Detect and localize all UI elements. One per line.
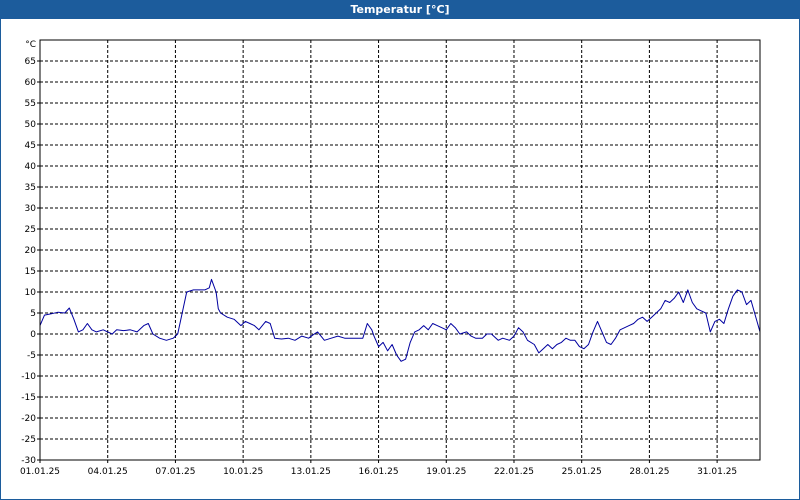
y-tick-label: 55 — [25, 99, 36, 109]
y-tick-label: 25 — [25, 225, 36, 235]
x-tick-label: 01.01.25 — [20, 467, 60, 477]
y-tick-label: 10 — [25, 288, 37, 298]
y-tick-label: -20 — [21, 414, 36, 424]
y-tick-label: 5 — [30, 309, 36, 319]
y-tick-label: -15 — [21, 393, 36, 403]
x-tick-label: 22.01.25 — [494, 467, 534, 477]
x-tick-label: 10.01.25 — [223, 467, 263, 477]
y-axis-unit-label: °C — [25, 40, 36, 50]
y-tick-label: -5 — [27, 351, 36, 361]
x-tick-label: 19.01.25 — [426, 467, 466, 477]
x-tick-label: 16.01.25 — [359, 467, 399, 477]
temperature-chart: °C65605550454035302520151050-5-10-15-20-… — [20, 39, 761, 477]
x-tick-label: 04.01.25 — [88, 467, 128, 477]
y-tick-label: 35 — [25, 183, 36, 193]
y-tick-label: -10 — [21, 372, 36, 382]
y-tick-label: 45 — [25, 141, 36, 151]
x-tick-label: 25.01.25 — [562, 467, 602, 477]
y-tick-label: 30 — [25, 204, 37, 214]
y-tick-label: 60 — [25, 78, 37, 88]
x-tick-label: 07.01.25 — [155, 467, 195, 477]
y-tick-label: 20 — [25, 246, 37, 256]
x-axis: 01.01.25 04.01.25 07.01.25 10.01.25 13.01.25… — [20, 460, 737, 477]
y-tick-label: 50 — [25, 120, 37, 130]
y-axis: °C65605550454035302520151050-5-10-15-20-… — [21, 40, 40, 466]
y-tick-label: 65 — [25, 57, 36, 67]
y-tick-label: 0 — [30, 330, 36, 340]
x-tick-label: 28.01.25 — [629, 467, 669, 477]
y-tick-label: 15 — [25, 267, 36, 277]
x-tick-label: 31.01.25 — [697, 467, 737, 477]
grid-lines — [40, 40, 760, 460]
y-tick-label: -25 — [21, 435, 36, 445]
y-tick-label: -30 — [21, 456, 36, 466]
x-tick-label: 13.01.25 — [291, 467, 331, 477]
y-tick-label: 40 — [25, 162, 37, 172]
